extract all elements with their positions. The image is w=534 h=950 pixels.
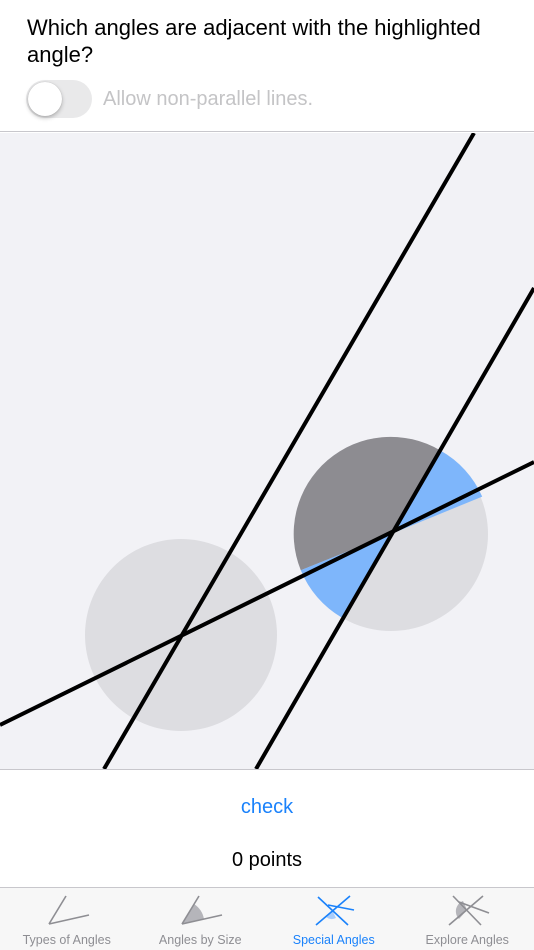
- types-of-angles-icon: [48, 895, 89, 925]
- non-parallel-toggle[interactable]: [26, 80, 92, 118]
- tab-label: Special Angles: [292, 933, 375, 947]
- check-button[interactable]: check: [0, 796, 534, 819]
- tab-label: Types of Angles: [22, 933, 111, 947]
- tab-label: Angles by Size: [158, 933, 242, 947]
- question-text: Which angles are adjacent with the highl…: [27, 15, 481, 67]
- non-parallel-toggle-row: Allow non-parallel lines.: [26, 80, 313, 118]
- question-header: Which angles are adjacent with the highl…: [0, 0, 534, 132]
- tab-angles-by-size[interactable]: Angles by Size: [134, 888, 268, 950]
- angles-by-size-icon: [181, 895, 223, 925]
- toggle-knob: [28, 82, 62, 116]
- tab-label: Explore Angles: [425, 933, 509, 947]
- angle-diagram: [0, 133, 534, 769]
- special-angles-icon: [315, 895, 354, 926]
- tab-explore-angles[interactable]: Explore Angles: [401, 888, 534, 950]
- tab-special-angles[interactable]: Special Angles: [267, 888, 401, 950]
- tab-bar: Types of Angles Angles by Size Special A…: [0, 887, 534, 950]
- tab-types-of-angles[interactable]: Types of Angles: [0, 888, 134, 950]
- angle-canvas: [0, 133, 534, 769]
- explore-angles-icon: [448, 895, 490, 926]
- footer-panel: check 0 points: [0, 769, 534, 887]
- points-label: 0 points: [231, 849, 303, 871]
- toggle-label: Allow non-parallel lines.: [103, 87, 314, 110]
